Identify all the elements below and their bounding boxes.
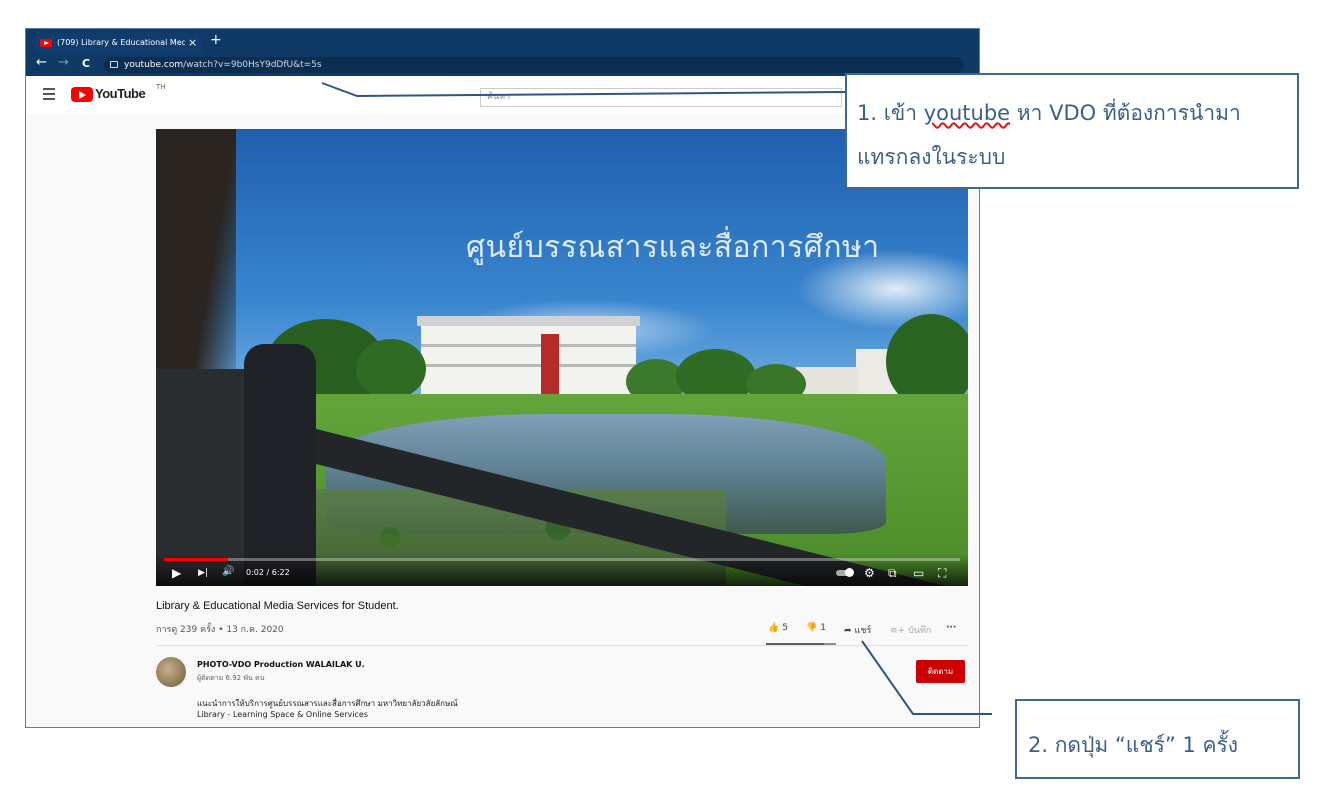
callout2-connector bbox=[861, 640, 992, 715]
callout1-connector bbox=[321, 82, 846, 98]
callout-step-1-line-1: 1. เข้า youtube หา VDO ที่ต้องการนำมา bbox=[857, 97, 1241, 130]
callout-step-1-youtube: youtube bbox=[923, 101, 1011, 125]
callout-step-1-suffix: หา VDO ที่ต้องการนำมา bbox=[1010, 101, 1241, 125]
callout-step-1-line-2: แทรกลงในระบบ bbox=[857, 145, 1006, 169]
callout-step-1-prefix: 1. เข้า bbox=[857, 101, 924, 125]
callout-step-2: 2. กดปุ่ม “แชร์” 1 ครั้ง bbox=[1015, 699, 1300, 779]
callout-step-1: 1. เข้า youtube หา VDO ที่ต้องการนำมา แท… bbox=[845, 73, 1299, 189]
callout-step-2-text: 2. กดปุ่ม “แชร์” 1 ครั้ง bbox=[1028, 733, 1239, 757]
